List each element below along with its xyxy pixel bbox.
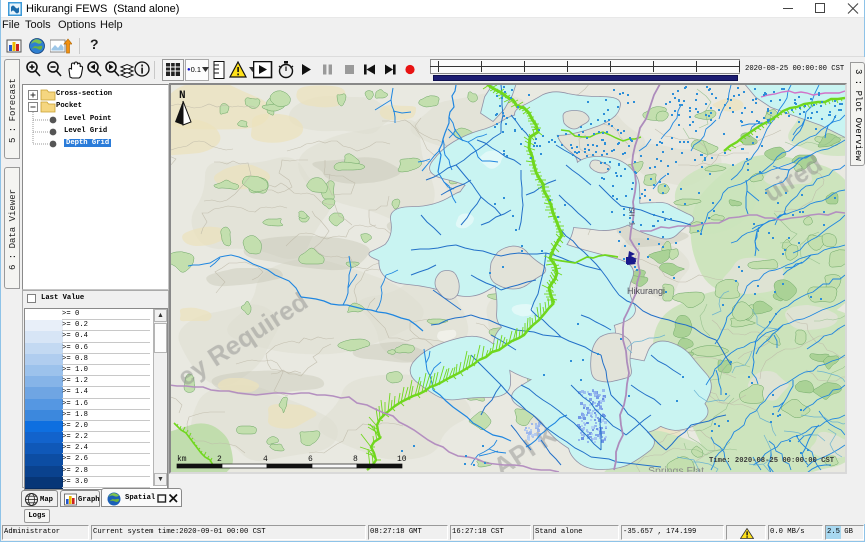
svg-text:6: 6 (308, 455, 313, 464)
svg-text:4: 4 (263, 455, 268, 464)
svg-text:8: 8 (353, 455, 358, 464)
svg-text:10: 10 (397, 455, 407, 464)
svg-text:2: 2 (217, 455, 222, 464)
svg-text:Springs Flat: Springs Flat (648, 465, 704, 472)
svg-text:SH 1: SH 1 (626, 207, 636, 227)
svg-text:Time: 2020-08-25 00:00:00 CST: Time: 2020-08-25 00:00:00 CST (709, 457, 835, 465)
svg-text:N: N (179, 90, 186, 102)
svg-text:Hikurangi: Hikurangi (627, 286, 665, 296)
svg-text:km: km (177, 455, 187, 464)
